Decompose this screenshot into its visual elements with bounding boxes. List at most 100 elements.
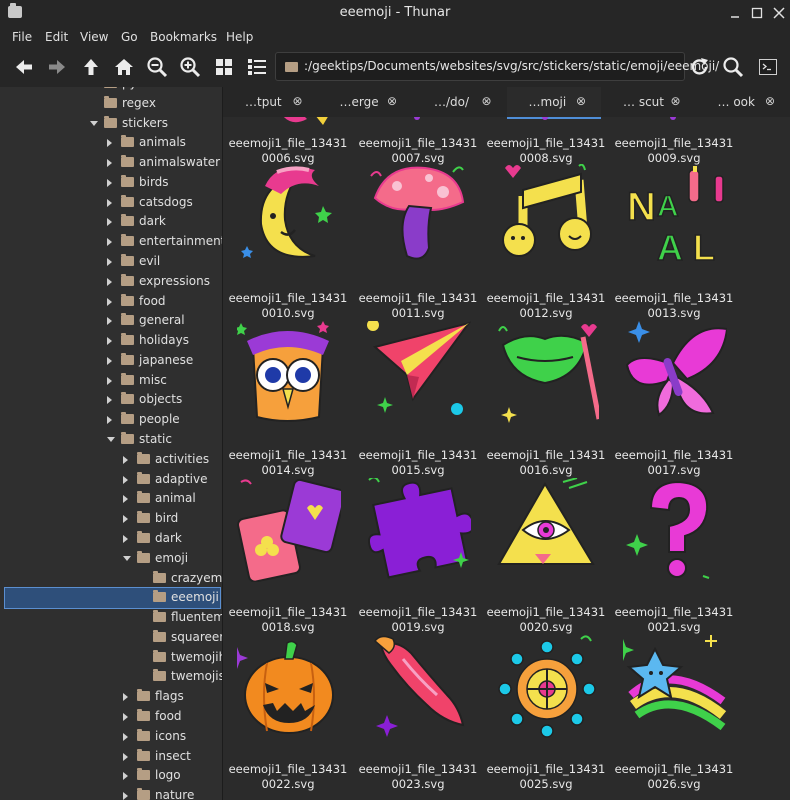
tab-close-icon[interactable]: ⊗: [482, 94, 492, 108]
maximize-button[interactable]: [748, 4, 766, 22]
file-item[interactable]: N A A Leeemoji1_file_13431 0013.svg: [609, 164, 739, 320]
sidebar-item-emoji[interactable]: emoji: [0, 549, 222, 569]
tab-3[interactable]: …/do/ ⊗: [412, 87, 507, 117]
expander-collapsed-icon[interactable]: [107, 376, 112, 385]
file-item[interactable]: eeemoji1_file_13431 0012.svg: [481, 163, 611, 320]
menu-help[interactable]: Help: [226, 30, 253, 44]
sidebar-item-evil[interactable]: evil: [0, 252, 222, 272]
tab-close-icon[interactable]: ⊗: [671, 94, 681, 108]
tab-6[interactable]: … ook ⊗: [696, 87, 790, 117]
expander-collapsed-icon[interactable]: [123, 515, 128, 524]
sidebar-item-crazyemo[interactable]: crazyemo: [0, 569, 222, 589]
tab-1[interactable]: …tput ⊗: [223, 87, 318, 117]
file-item[interactable]: eeemoji1_file_13431 0025.svg: [481, 635, 611, 791]
sidebar-item-general[interactable]: general: [0, 311, 222, 331]
expander-collapsed-icon[interactable]: [107, 297, 112, 306]
tab-close-icon[interactable]: ⊗: [765, 94, 775, 108]
sidebar-item-activities[interactable]: activities: [0, 450, 222, 470]
sidebar-item-animal[interactable]: animal: [0, 489, 222, 509]
expander-collapsed-icon[interactable]: [123, 495, 128, 504]
close-button[interactable]: [770, 4, 788, 22]
file-item[interactable]: eeemoji1_file_13431 0017.svg: [609, 321, 739, 477]
expander-collapsed-icon[interactable]: [107, 277, 112, 286]
sidebar-item-insect[interactable]: insect: [0, 747, 222, 767]
menu-view[interactable]: View: [80, 30, 108, 44]
menu-go[interactable]: Go: [121, 30, 138, 44]
expander-expanded-icon[interactable]: [90, 120, 98, 126]
sidebar-item-animalswater[interactable]: animalswater: [0, 153, 222, 173]
tab-close-icon[interactable]: ⊗: [576, 94, 586, 108]
sidebar-item-animals[interactable]: animals: [0, 133, 222, 153]
search-button[interactable]: [721, 55, 745, 79]
sidebar-item-twemojiha[interactable]: twemojiha: [0, 648, 222, 668]
menu-file[interactable]: File: [12, 30, 32, 44]
expander-collapsed-icon[interactable]: [123, 475, 128, 484]
expander-expanded-icon[interactable]: [123, 555, 131, 561]
zoom-out-button[interactable]: [145, 55, 169, 79]
sidebar-item-nature[interactable]: nature: [0, 786, 222, 800]
expander-collapsed-icon[interactable]: [123, 772, 128, 781]
expander-collapsed-icon[interactable]: [107, 178, 112, 187]
file-item[interactable]: eeemoji1_file_13431 0015.svg: [353, 319, 483, 477]
sidebar-item-bird[interactable]: bird: [0, 509, 222, 529]
sidebar-item-entertainment[interactable]: entertainment: [0, 232, 222, 252]
expander-collapsed-icon[interactable]: [123, 534, 128, 543]
file-item[interactable]: eeemoji1_file_13431 0023.svg: [353, 635, 483, 791]
sidebar-item-misc[interactable]: misc: [0, 371, 222, 391]
expander-collapsed-icon[interactable]: [123, 712, 128, 721]
file-item[interactable]: eeemoji1_file_13431 0016.svg: [481, 321, 611, 477]
forward-button[interactable]: [45, 55, 69, 79]
sidebar-item-regex[interactable]: regex: [0, 94, 222, 114]
expander-collapsed-icon[interactable]: [123, 693, 128, 702]
file-item[interactable]: eeemoji1_file_13431 0010.svg: [223, 164, 353, 320]
icon-view-button[interactable]: [212, 55, 236, 79]
expander-collapsed-icon[interactable]: [123, 792, 128, 800]
expander-collapsed-icon[interactable]: [107, 238, 112, 247]
sidebar-item-catsdogs[interactable]: catsdogs: [0, 193, 222, 213]
sidebar-item-icons[interactable]: icons: [0, 727, 222, 747]
file-item[interactable]: eeemoji1_file_13431 0014.svg: [223, 321, 353, 477]
expander-collapsed-icon[interactable]: [107, 258, 112, 267]
file-item[interactable]: eeemoji1_file_13431 0011.svg: [353, 164, 483, 320]
expander-collapsed-icon[interactable]: [107, 356, 112, 365]
sidebar-item-twemojisr[interactable]: twemojisr: [0, 667, 222, 687]
sidebar-item-people[interactable]: people: [0, 410, 222, 430]
sidebar-item-food[interactable]: food: [0, 292, 222, 312]
file-item[interactable]: eeemoji1_file_13431 0020.svg: [481, 477, 611, 634]
sidebar-item-holidays[interactable]: holidays: [0, 331, 222, 351]
menu-bookmarks[interactable]: Bookmarks: [150, 30, 217, 44]
up-button[interactable]: [79, 55, 103, 79]
tab-close-icon[interactable]: ⊗: [387, 94, 397, 108]
tab-4[interactable]: …moji ⊗: [506, 87, 601, 119]
expander-collapsed-icon[interactable]: [107, 396, 112, 405]
expander-expanded-icon[interactable]: [107, 437, 115, 443]
expander-collapsed-icon[interactable]: [123, 455, 128, 464]
sidebar-item-fluenteme[interactable]: fluenteme: [0, 608, 222, 628]
zoom-in-button[interactable]: [178, 55, 202, 79]
minimize-button[interactable]: [726, 4, 744, 22]
sidebar-item-japanese[interactable]: japanese: [0, 351, 222, 371]
expander-collapsed-icon[interactable]: [107, 159, 112, 168]
sidebar-item-objects[interactable]: objects: [0, 390, 222, 410]
sidebar-item-dark[interactable]: dark: [0, 529, 222, 549]
file-item[interactable]: eeemoji1_file_13431 0026.svg: [609, 635, 739, 791]
expander-collapsed-icon[interactable]: [107, 416, 112, 425]
file-item[interactable]: eeemoji1_file_13431 0022.svg: [223, 635, 353, 791]
file-item[interactable]: eeemoji1_file_13431 0019.svg: [353, 476, 483, 634]
back-button[interactable]: [12, 55, 36, 79]
expander-collapsed-icon[interactable]: [107, 198, 112, 207]
sidebar-item-adaptive[interactable]: adaptive: [0, 470, 222, 490]
home-button[interactable]: [112, 55, 136, 79]
menu-edit[interactable]: Edit: [45, 30, 68, 44]
tab-2[interactable]: …erge ⊗: [318, 87, 413, 117]
tab-close-icon[interactable]: ⊗: [293, 94, 303, 108]
expander-collapsed-icon[interactable]: [123, 732, 128, 741]
sidebar-item-birds[interactable]: birds: [0, 173, 222, 193]
expander-collapsed-icon[interactable]: [107, 337, 112, 346]
sidebar-item-logo[interactable]: logo: [0, 766, 222, 786]
sidebar-item-static[interactable]: static: [0, 430, 222, 450]
terminal-button[interactable]: [756, 55, 780, 79]
expander-collapsed-icon[interactable]: [107, 139, 112, 148]
location-bar[interactable]: :/geektips/Documents/websites/svg/src/st…: [275, 52, 719, 81]
expander-collapsed-icon[interactable]: [107, 218, 112, 227]
